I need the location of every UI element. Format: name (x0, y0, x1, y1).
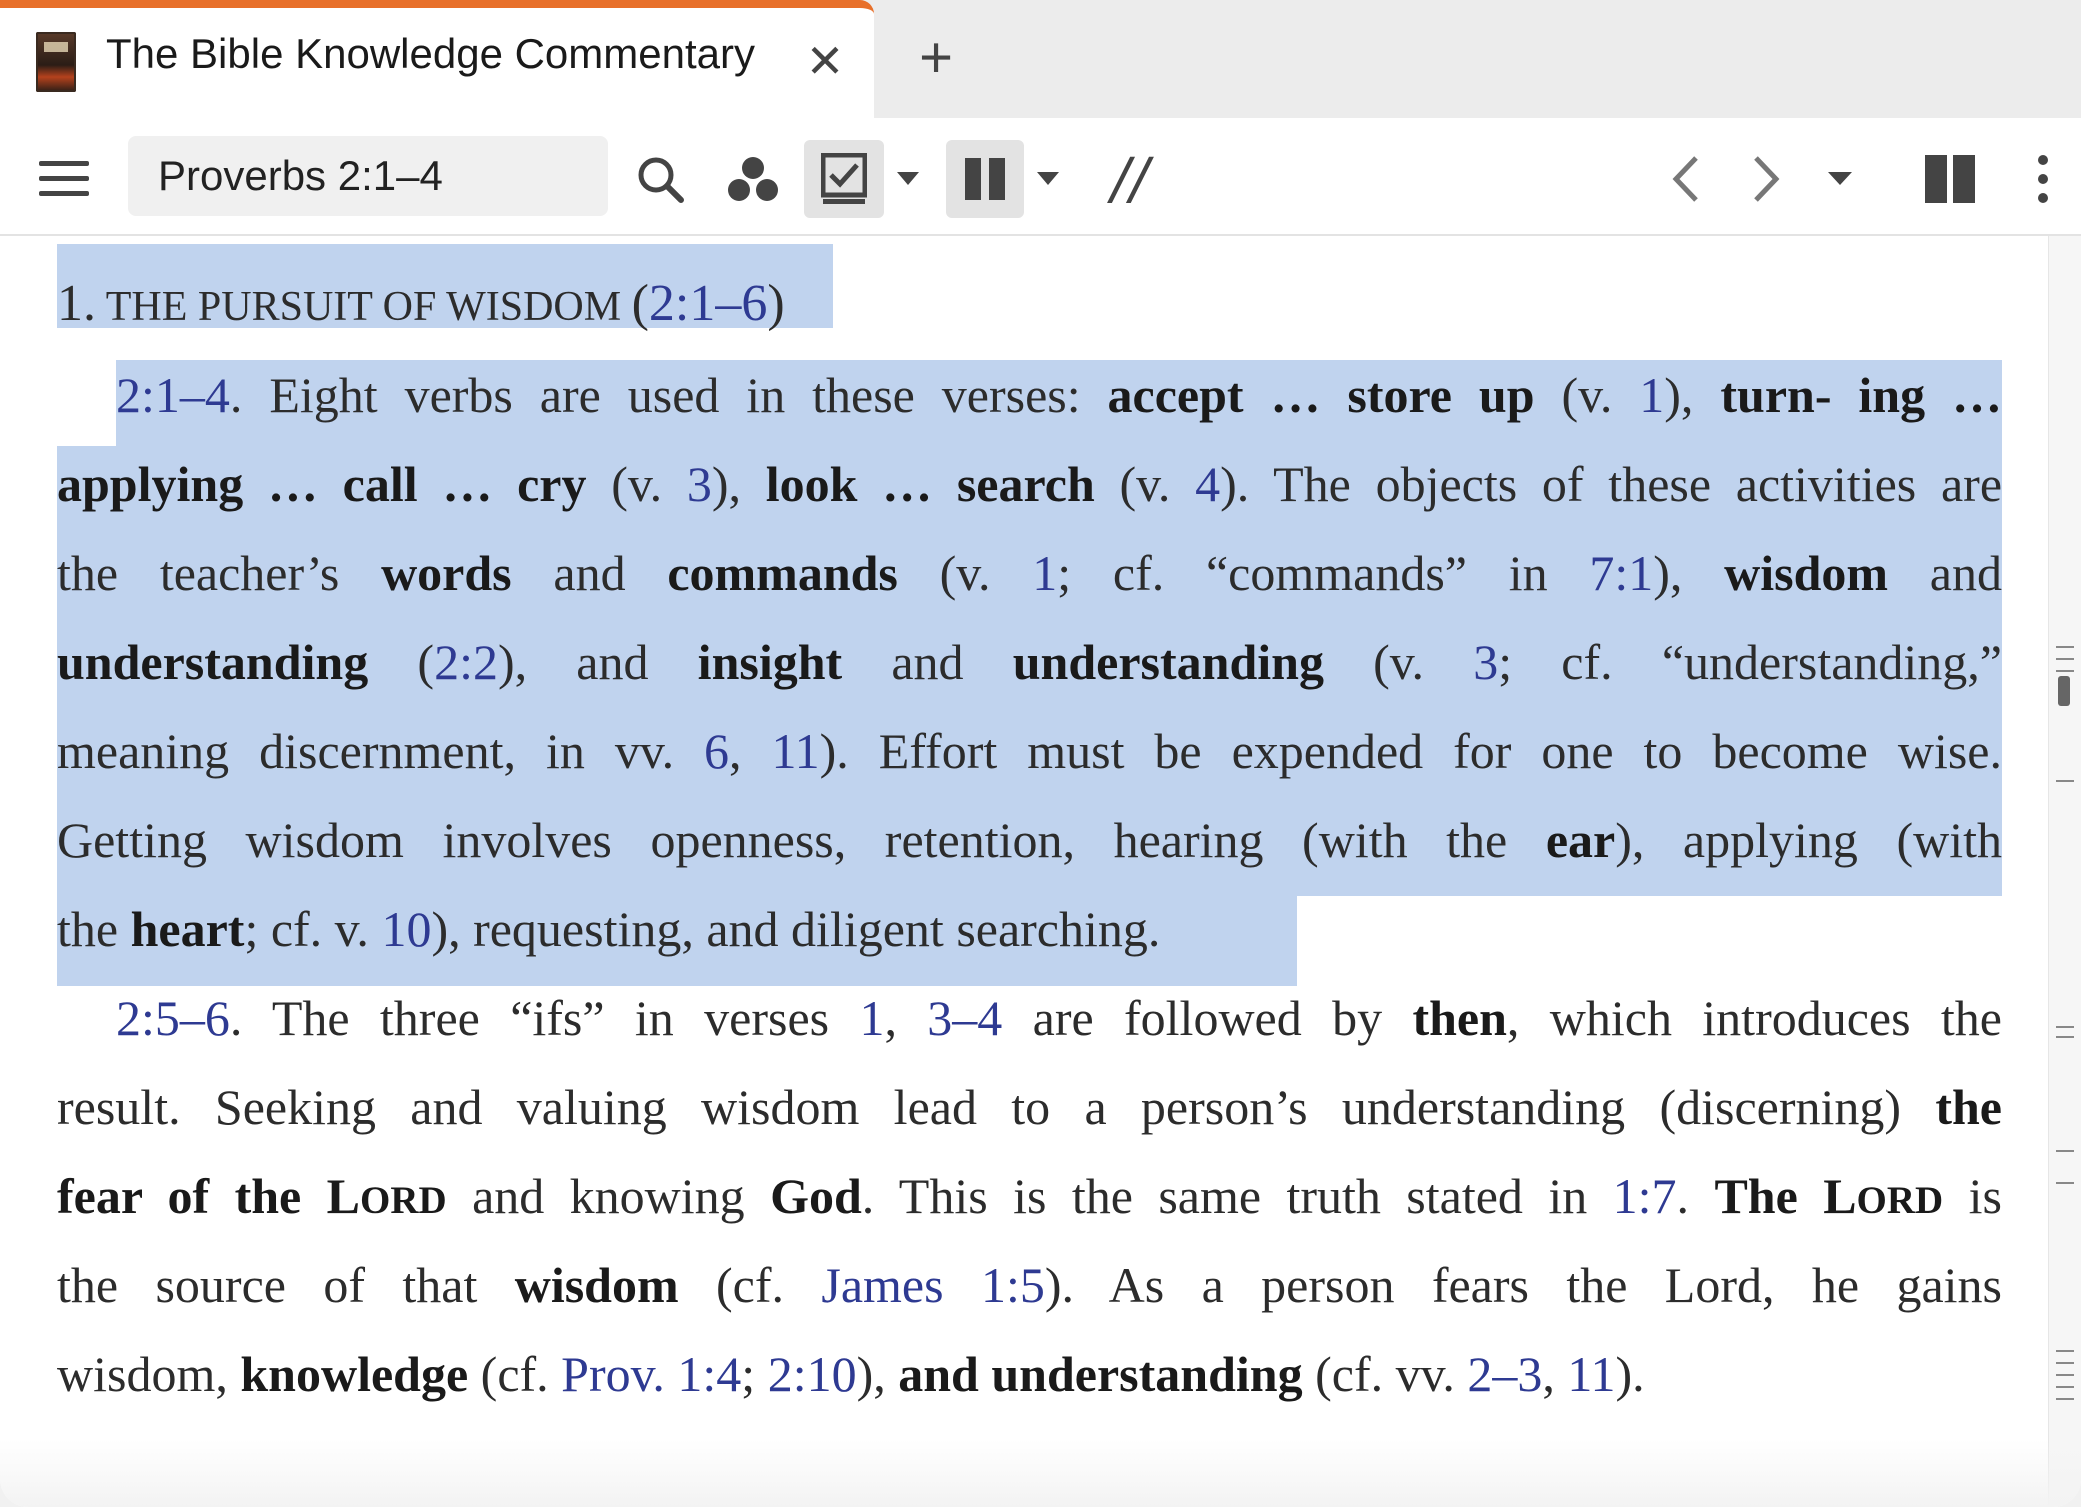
paragraph-line: result. Seeking and valuing wisdom lead … (57, 1079, 2002, 1135)
scroll-marker (2056, 1386, 2074, 1388)
paragraph-line: applying … call … cry (v. 3), look … sea… (57, 456, 2003, 512)
scripture-link[interactable]: 7:1 (1589, 545, 1653, 601)
chevron-down-icon[interactable] (888, 140, 928, 218)
chevron-down-icon[interactable] (1028, 140, 1068, 218)
scripture-link[interactable]: 3 (687, 456, 712, 512)
scroll-marker (2056, 1026, 2074, 1028)
search-icon[interactable] (630, 140, 690, 218)
paragraph-line: fear of the LORD and knowing God. This i… (57, 1168, 2002, 1224)
reference-box[interactable] (128, 136, 608, 216)
checklist-icon[interactable] (804, 140, 884, 218)
more-options-icon[interactable] (2018, 140, 2068, 218)
scripture-link[interactable]: 11 (1567, 1346, 1615, 1402)
book-cover-icon (36, 32, 76, 92)
scroll-marker (2056, 1150, 2074, 1152)
paragraph-line: the teacher’s words and commands (v. 1; … (57, 545, 2003, 601)
scroll-marker (2056, 1036, 2074, 1038)
scripture-link[interactable]: Prov. 1:4 (561, 1346, 741, 1402)
scroll-marker (2056, 1350, 2074, 1352)
paragraph-line: wisdom, knowledge (cf. Prov. 1:4; 2:10),… (57, 1346, 1645, 1402)
scroll-marker (2056, 1182, 2074, 1184)
reference-input[interactable] (158, 136, 588, 216)
scripture-link[interactable]: James 1:5 (821, 1257, 1044, 1313)
tab-title: The Bible Knowledge Commentary (106, 30, 755, 77)
scripture-link[interactable]: 2:10 (768, 1346, 857, 1402)
parallel-resources-icon[interactable] (946, 140, 1024, 218)
scripture-link[interactable]: 1 (1639, 367, 1664, 423)
paragraph-line: understanding (2:2), and insight and und… (57, 634, 2002, 690)
tab-commentary[interactable]: The Bible Knowledge Commentary ✕ (0, 0, 874, 118)
scroll-marker (2056, 1398, 2074, 1400)
scroll-marker (2056, 646, 2074, 648)
scripture-link[interactable]: 6 (704, 723, 729, 779)
paragraph-line: the source of that wisdom (cf. James 1:5… (57, 1257, 2002, 1313)
bottom-edge (0, 1440, 2081, 1507)
scripture-link[interactable]: 4 (1195, 456, 1220, 512)
tab-bar: The Bible Knowledge Commentary ✕ + (0, 0, 2081, 118)
paragraph-line: the heart; cf. v. 10), requesting, and d… (57, 901, 1161, 957)
history-chevron-down-icon[interactable] (1818, 140, 1862, 218)
app-window: The Bible Knowledge Commentary ✕ + // (0, 0, 2081, 1507)
interlinear-button[interactable]: // (1100, 140, 1160, 218)
scroll-marker (2056, 1362, 2074, 1364)
scripture-link[interactable]: 2:1–4 (116, 367, 230, 423)
scroll-marker (2056, 1374, 2074, 1376)
scripture-link[interactable]: 11 (772, 723, 820, 779)
reading-pane[interactable]: 1. THE PURSUIT OF WISDOM (2:1–6) 2:1–4. … (0, 236, 2081, 1507)
scroll-marker (2056, 658, 2074, 660)
close-tab-icon[interactable]: ✕ (800, 35, 850, 87)
forward-arrow-icon[interactable] (1742, 140, 1792, 218)
paragraph-line: 2:5–6. The three “ifs” in verses 1, 3–4 … (116, 990, 2002, 1046)
back-arrow-icon[interactable] (1660, 140, 1710, 218)
scripture-link[interactable]: 3 (1473, 634, 1498, 690)
scrollbar-thumb[interactable] (2058, 676, 2070, 706)
scripture-link[interactable]: 1:7 (1613, 1168, 1677, 1224)
scripture-link[interactable]: 3–4 (927, 990, 1002, 1046)
toolbar: // (0, 118, 2081, 236)
scripture-link[interactable]: 2:2 (434, 634, 498, 690)
scripture-link[interactable]: 1 (859, 990, 884, 1046)
panel-layout-icon[interactable] (1920, 140, 1980, 218)
visual-filter-icon[interactable] (720, 140, 786, 218)
scripture-link[interactable]: 2–3 (1467, 1346, 1542, 1402)
scroll-marker (2056, 670, 2074, 672)
scroll-marker (2056, 780, 2074, 782)
section-heading: 1. THE PURSUIT OF WISDOM (2:1–6) (57, 275, 785, 332)
new-tab-button[interactable]: + (908, 29, 964, 87)
scripture-link[interactable]: 2:5–6 (116, 990, 230, 1046)
scripture-link[interactable]: 2:1–6 (649, 275, 767, 332)
paragraph-line: Getting wisdom involves openness, retent… (57, 812, 2002, 868)
paragraph-line: 2:1–4. Eight verbs are used in these ver… (116, 367, 2003, 423)
hamburger-menu-icon[interactable] (34, 140, 94, 218)
scripture-link[interactable]: 10 (381, 901, 431, 957)
scripture-link[interactable]: 1 (1032, 545, 1057, 601)
paragraph-line: meaning discernment, in vv. 6, 11). Effo… (57, 723, 2002, 779)
scrollbar[interactable] (2048, 236, 2081, 1507)
